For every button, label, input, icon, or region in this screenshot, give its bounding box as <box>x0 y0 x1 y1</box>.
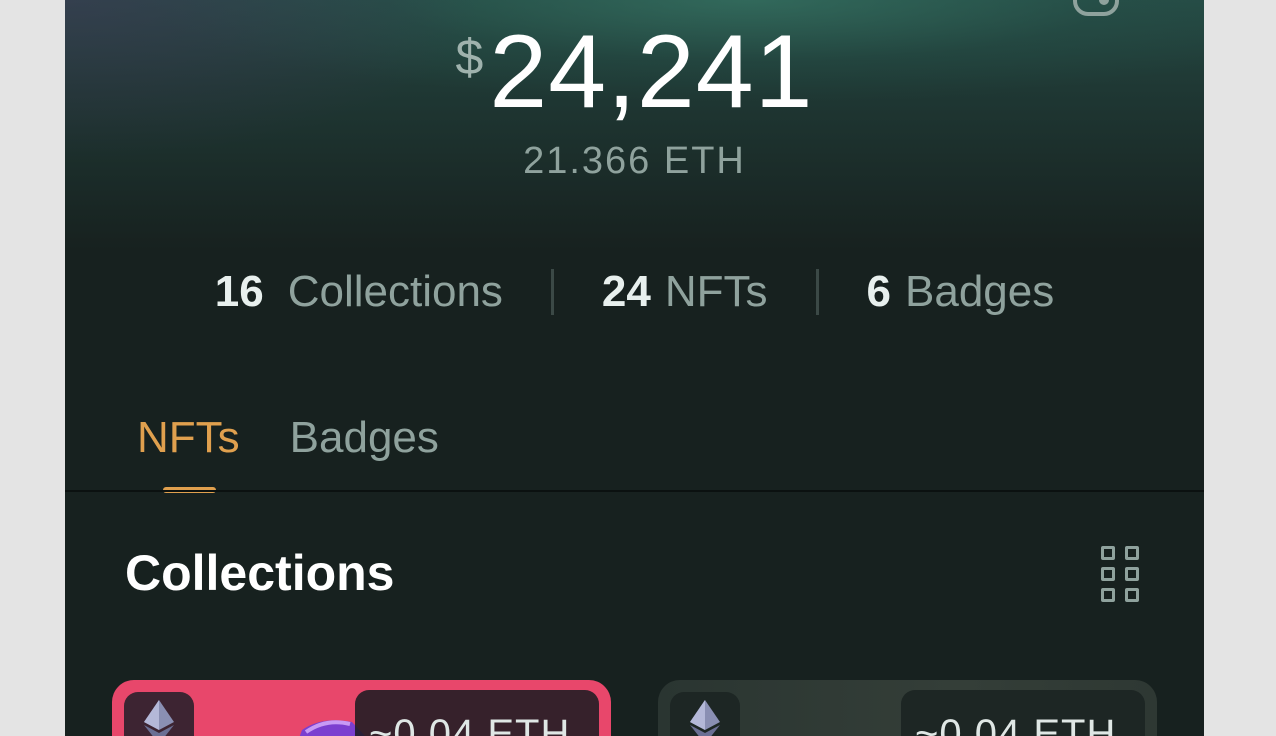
stat-badges-label: Badges <box>905 267 1055 316</box>
stat-collections-count: 16 <box>214 267 264 316</box>
stat-collections-label: Collections <box>287 267 503 316</box>
collection-card[interactable]: ~0.04 ETH <box>658 680 1157 736</box>
tab-nfts[interactable]: NFTs <box>137 413 240 463</box>
ethereum-icon <box>690 700 720 736</box>
currency-symbol: $ <box>455 29 484 85</box>
stat-nfts-label: NFTs <box>664 267 768 316</box>
stat-nfts-count: 24 <box>601 267 651 316</box>
chain-badge <box>124 692 194 736</box>
stat-badges[interactable]: 6 Badges <box>867 267 1055 317</box>
balance-amount: 24,241 <box>489 14 814 130</box>
stat-badges-count: 6 <box>866 267 892 316</box>
ethereum-icon <box>144 700 174 736</box>
section-title: Collections <box>125 545 395 601</box>
tab-badges[interactable]: Badges <box>290 413 439 463</box>
toggle-icon[interactable] <box>1073 0 1119 16</box>
portfolio-balance: $24,241 <box>65 20 1204 124</box>
chain-badge <box>670 692 740 736</box>
grid-view-icon[interactable] <box>1101 546 1139 606</box>
price-label: ~0.04 ETH <box>915 712 1117 736</box>
stats-row: 16 Collections 24 NFTs 6 Badges <box>65 262 1204 322</box>
stat-divider <box>550 269 554 315</box>
price-pill: ~0.04 ETH <box>901 690 1145 736</box>
stat-divider <box>815 269 819 315</box>
price-label: ~0.04 ETH <box>369 712 571 736</box>
tabs-divider <box>65 490 1204 492</box>
collection-card[interactable]: ~0.04 ETH <box>112 680 611 736</box>
stat-collections[interactable]: 16 Collections <box>215 267 503 317</box>
price-pill: ~0.04 ETH <box>355 690 599 736</box>
portfolio-panel: $24,241 21.366 ETH 16 Collections 24 NFT… <box>65 0 1204 736</box>
stat-nfts[interactable]: 24 NFTs <box>602 267 768 317</box>
tab-bar: NFTs Badges <box>137 408 489 468</box>
eth-total: 21.366 ETH <box>523 140 746 182</box>
